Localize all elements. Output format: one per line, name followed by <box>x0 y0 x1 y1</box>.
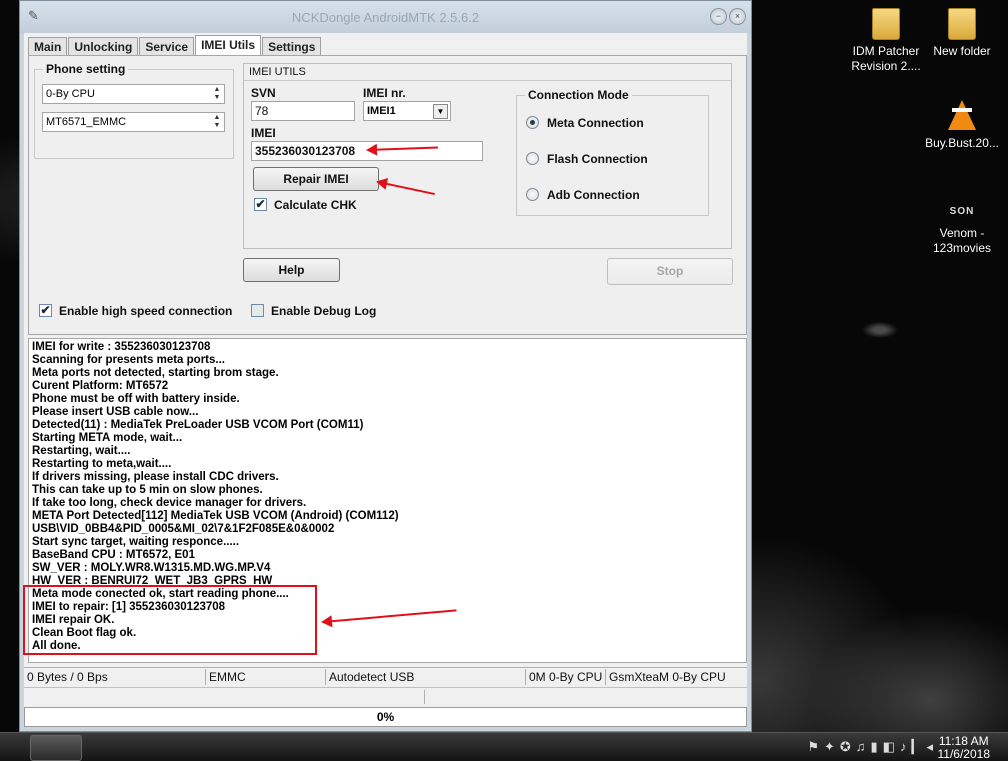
close-icon[interactable]: × <box>729 8 746 25</box>
log-line: If take too long, check device manager f… <box>32 497 307 509</box>
status-usb: Autodetect USB <box>326 669 526 685</box>
desktop-icon-label: Venom - 123movies <box>932 226 992 255</box>
log-line: Curent Platform: MT6572 <box>32 380 169 392</box>
log-line: Phone must be off with battery inside. <box>32 393 240 405</box>
log-line: Detected(11) : MediaTek PreLoader USB VC… <box>32 419 364 431</box>
clock-date: 11/6/2018 <box>937 747 991 761</box>
debug-log-checkbox[interactable] <box>251 304 264 317</box>
calculate-chk-checkbox[interactable]: ✔ <box>254 198 267 211</box>
progress-bar: 0% <box>24 707 747 727</box>
minimize-icon[interactable]: − <box>710 8 727 25</box>
phone-setting-label: Phone setting <box>43 62 129 76</box>
log-line: SW_VER : MOLY.WR8.W1315.MD.WG.MP.V4 <box>32 562 271 574</box>
status-storage: EMMC <box>206 669 326 685</box>
desktop-icon-new-folder[interactable]: New folder <box>924 8 1000 59</box>
tab-settings[interactable]: Settings <box>262 37 322 56</box>
progress-label: 0% <box>376 710 395 724</box>
log-line: If drivers missing, please install CDC d… <box>32 471 279 483</box>
status-cpu: 0M 0-By CPU <box>526 669 606 685</box>
spinner-icon: ▲ ▼ <box>213 86 221 101</box>
window-title: NCKDongle AndroidMTK 2.5.6.2 <box>291 10 480 25</box>
spinner-icon: ▲ ▼ <box>213 114 221 129</box>
desktop-icon-vlc[interactable]: Buy.Bust.20... <box>924 100 1000 151</box>
log-line: Restarting to meta,wait.... <box>32 458 172 470</box>
log-line: Restarting, wait.... <box>32 445 131 457</box>
log-line: IMEI for write : 355236030123708 <box>32 341 211 353</box>
repair-imei-button[interactable]: Repair IMEI <box>253 167 379 191</box>
folder-icon <box>870 8 902 40</box>
highlight-box <box>23 585 317 655</box>
log-line: META Port Detected[112] MediaTek USB VCO… <box>32 510 399 522</box>
log-line: Starting META mode, wait... <box>32 432 183 444</box>
app-taskbar-icon[interactable] <box>30 735 82 761</box>
folder-icon <box>946 8 978 40</box>
calculate-chk-label: Calculate CHK <box>274 198 357 212</box>
system-tray-icons[interactable]: ⚑✦✪♫▮◧♪▎◂ <box>807 739 938 755</box>
imei-nr-value: IMEI1 <box>367 105 396 117</box>
sony-logo-icon: SON <box>949 206 975 217</box>
cpu-select-value: 0-By CPU <box>46 88 95 100</box>
model-select-value: MT6571_EMMC <box>46 116 127 128</box>
stop-button[interactable]: Stop <box>607 258 733 285</box>
high-speed-label: Enable high speed connection <box>59 304 233 318</box>
tab-imei-utils[interactable]: IMEI Utils <box>195 35 262 56</box>
imei-utils-panel: Phone setting 0-By CPU ▲ ▼ MT6571_EMMC ▲ ▼… <box>28 55 747 335</box>
meta-connection-radio[interactable] <box>526 116 539 129</box>
connection-mode-group: Connection Mode Meta Connection Flash Co… <box>516 88 709 216</box>
imei-nr-select[interactable]: IMEI1 ▼ <box>363 101 451 121</box>
title-bar[interactable]: ✎ NCKDongle AndroidMTK 2.5.6.2 − × <box>20 1 751 33</box>
flash-connection-radio[interactable] <box>526 152 539 165</box>
model-select[interactable]: MT6571_EMMC ▲ ▼ <box>42 112 225 132</box>
cpu-select[interactable]: 0-By CPU ▲ ▼ <box>42 84 225 104</box>
adb-connection-radio[interactable] <box>526 188 539 201</box>
desktop-icon-idm[interactable]: IDM Patcher Revision 2.... <box>848 8 924 74</box>
imei-utils-group: IMEI UTILS SVN 78 IMEI nr. IMEI1 ▼ IMEI … <box>243 63 732 249</box>
taskbar: ▰ ⚑✦✪♫▮◧♪▎◂ 11:18 AM 11/6/2018 <box>0 732 1008 761</box>
desktop-icon-label: Buy.Bust.20... <box>925 136 999 150</box>
log-line: BaseBand CPU : MT6572, E01 <box>32 549 195 561</box>
imei-nr-label: IMEI nr. <box>363 86 406 100</box>
desktop-icon-label: New folder <box>933 44 991 58</box>
status-bytes: 0 Bytes / 0 Bps <box>24 669 206 685</box>
high-speed-checkbox[interactable]: ✔ <box>39 304 52 317</box>
adb-connection-label: Adb Connection <box>547 188 640 202</box>
desktop-icon-label: IDM Patcher Revision 2.... <box>851 44 921 73</box>
tab-service[interactable]: Service <box>139 37 195 56</box>
log-line: USB\VID_0BB4&PID_0005&MI_02\7&1F2F085E&0… <box>32 523 335 535</box>
debug-log-label: Enable Debug Log <box>271 304 377 318</box>
imei-utils-label: IMEI UTILS <box>249 66 306 78</box>
status-bar: 0 Bytes / 0 Bps EMMC Autodetect USB 0M 0… <box>24 667 747 686</box>
log-line: Start sync target, waiting responce..... <box>32 536 240 548</box>
secondary-status-bar <box>24 687 747 706</box>
tab-main[interactable]: Main <box>28 37 68 56</box>
svn-label: SVN <box>251 86 276 100</box>
svn-input[interactable]: 78 <box>251 101 355 121</box>
log-line: Meta ports not detected, starting brom s… <box>32 367 279 379</box>
tab-unlocking[interactable]: Unlocking <box>68 37 139 56</box>
help-button[interactable]: Help <box>243 258 340 282</box>
desktop-icon-venom[interactable]: SON Venom - 123movies <box>924 190 1000 256</box>
log-line: Scanning for presents meta ports... <box>32 354 225 366</box>
flash-connection-label: Flash Connection <box>547 152 648 166</box>
meta-connection-label: Meta Connection <box>547 116 644 130</box>
vlc-icon <box>946 100 978 132</box>
imei-label: IMEI <box>251 126 276 140</box>
tab-bar: Main Unlocking Service IMEI Utils Settin… <box>28 35 322 56</box>
chevron-down-icon[interactable]: ▼ <box>433 104 448 119</box>
connection-mode-label: Connection Mode <box>525 88 632 102</box>
log-line: This can take up to 5 min on slow phones… <box>32 484 263 496</box>
clock[interactable]: 11:18 AM 11/6/2018 <box>938 735 991 761</box>
status-team: GsmXteaM 0-By CPU <box>609 670 726 684</box>
log-line: Please insert USB cable now... <box>32 406 199 418</box>
phone-setting-group: Phone setting 0-By CPU ▲ ▼ MT6571_EMMC ▲ ▼ <box>34 62 234 159</box>
